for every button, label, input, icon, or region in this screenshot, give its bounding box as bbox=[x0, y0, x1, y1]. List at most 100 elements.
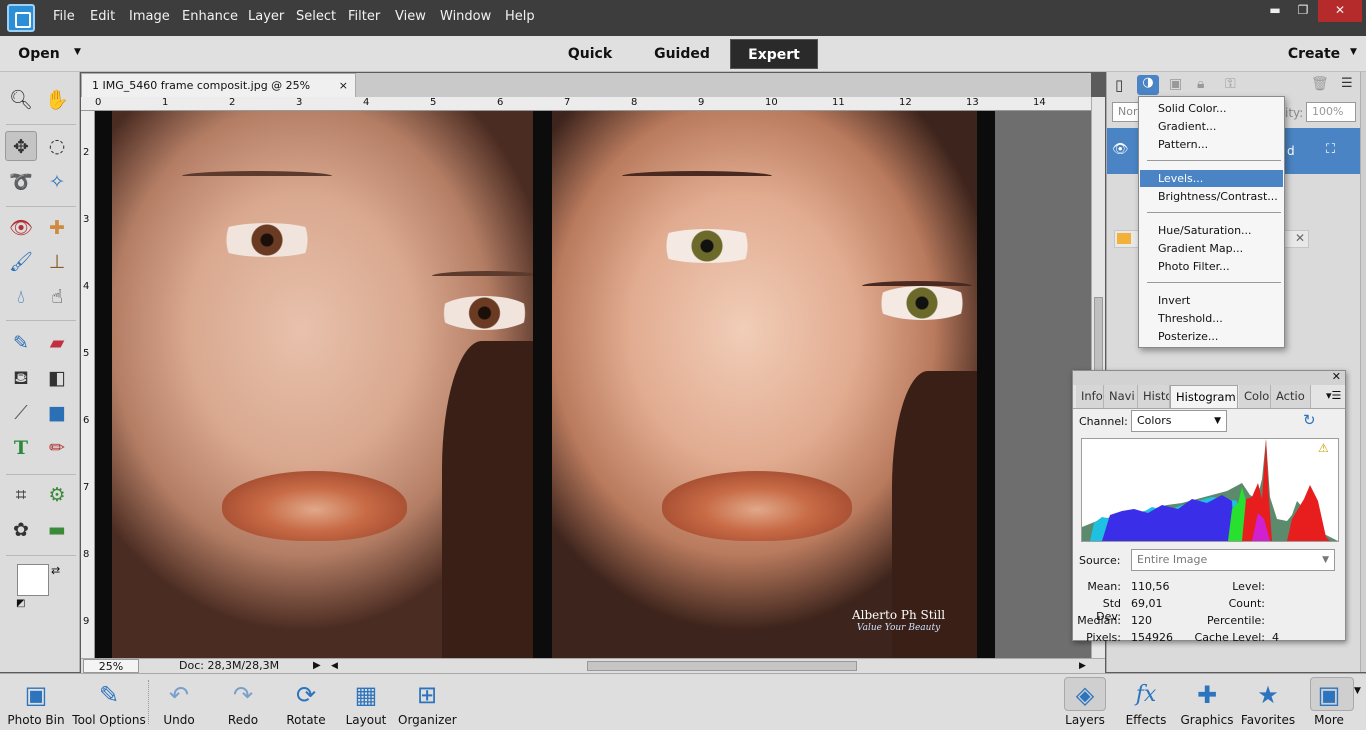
tab-navigator[interactable]: Navi bbox=[1104, 385, 1138, 408]
panel-menu-icon[interactable]: ☰ bbox=[1341, 76, 1353, 91]
undo-button[interactable]: ↶ Undo bbox=[154, 674, 204, 730]
tab-histogram[interactable]: Histogram bbox=[1170, 385, 1238, 408]
channel-select[interactable]: Colors ▼ bbox=[1131, 410, 1227, 432]
shape-tool-icon[interactable]: ■ bbox=[41, 398, 73, 428]
new-adjustment-layer-icon[interactable]: ◑ bbox=[1137, 75, 1159, 95]
delete-layer-icon[interactable]: 🗑︎ bbox=[1311, 76, 1329, 92]
menu-item-threshold[interactable]: Threshold... bbox=[1140, 310, 1283, 327]
straighten-tool-icon[interactable]: ▬ bbox=[41, 515, 73, 545]
effects-button[interactable]: fx Effects bbox=[1120, 674, 1172, 730]
tab-guided[interactable]: Guided bbox=[648, 39, 716, 69]
smart-brush-icon[interactable]: 🖌︎ bbox=[5, 247, 37, 277]
favorites-button[interactable]: ★ Favorites bbox=[1240, 674, 1296, 730]
organizer-button[interactable]: ⊞ Organizer bbox=[398, 674, 457, 730]
eyedropper-icon[interactable]: ⟋ bbox=[5, 398, 37, 428]
open-button[interactable]: Open bbox=[14, 39, 64, 69]
tab-info[interactable]: Info bbox=[1076, 385, 1104, 408]
menu-item-brightness-contrast[interactable]: Brightness/Contrast... bbox=[1140, 188, 1283, 205]
redo-button[interactable]: ↷ Redo bbox=[218, 674, 268, 730]
scroll-right-icon[interactable]: ▶ bbox=[1079, 659, 1086, 673]
lock-all-icon[interactable]: ⚿ bbox=[1225, 76, 1236, 92]
menu-item-invert[interactable]: Invert bbox=[1140, 292, 1283, 309]
close-panel-icon[interactable]: ✕ bbox=[1332, 370, 1341, 383]
menu-help[interactable]: Help bbox=[505, 9, 535, 24]
lasso-tool-icon[interactable]: ➰ bbox=[5, 167, 37, 197]
lock-layer-icon[interactable]: 🔒︎ bbox=[1197, 76, 1204, 92]
photo-bin-button[interactable]: ▣ Photo Bin bbox=[4, 674, 68, 730]
healing-brush-icon[interactable]: ✚ bbox=[41, 213, 73, 243]
restore-button[interactable]: ❐ bbox=[1290, 0, 1316, 22]
source-select[interactable]: Entire Image ▼ bbox=[1131, 549, 1335, 571]
panel-titlebar[interactable]: ✕ bbox=[1073, 370, 1345, 385]
blur-tool-icon[interactable]: 💧︎ bbox=[5, 282, 37, 312]
rotate-button[interactable]: ⟳ Rotate bbox=[280, 674, 332, 730]
gradient-tool-icon[interactable]: ◧ bbox=[41, 363, 73, 393]
paint-bucket-icon[interactable]: ⛾ bbox=[5, 363, 37, 393]
move-tool-icon[interactable]: ✥ bbox=[5, 131, 37, 161]
pencil-tool-icon[interactable]: ✏︎ bbox=[41, 433, 73, 463]
zoom-level-field[interactable]: 25% bbox=[83, 659, 139, 673]
layer-visibility-eye-icon[interactable]: 👁︎ bbox=[1112, 142, 1129, 157]
create-dropdown-icon[interactable]: ▼ bbox=[1350, 47, 1357, 57]
menu-item-photo-filter[interactable]: Photo Filter... bbox=[1140, 258, 1283, 275]
menu-image[interactable]: Image bbox=[129, 9, 170, 24]
menu-layer[interactable]: Layer bbox=[248, 9, 284, 24]
layout-button[interactable]: ▦ Layout bbox=[340, 674, 392, 730]
menu-item-solid-color[interactable]: Solid Color... bbox=[1140, 100, 1283, 117]
panel-scrollbar[interactable] bbox=[1360, 72, 1366, 672]
clone-stamp-icon[interactable]: ⊥ bbox=[41, 247, 73, 277]
quick-selection-icon[interactable]: ✧ bbox=[41, 167, 73, 197]
menu-enhance[interactable]: Enhance bbox=[182, 9, 238, 24]
horizontal-scroll-thumb[interactable] bbox=[587, 661, 857, 671]
menu-filter[interactable]: Filter bbox=[348, 9, 380, 24]
panel-options-icon[interactable]: ▾☰ bbox=[1326, 389, 1341, 402]
menu-edit[interactable]: Edit bbox=[90, 9, 115, 24]
open-dropdown-icon[interactable]: ▼ bbox=[74, 47, 81, 57]
minimize-button[interactable]: ▬ bbox=[1262, 0, 1288, 22]
menu-window[interactable]: Window bbox=[440, 9, 491, 24]
opacity-field[interactable]: 100% bbox=[1306, 102, 1356, 122]
menu-item-hue-saturation[interactable]: Hue/Saturation... bbox=[1140, 222, 1283, 239]
swap-colors-icon[interactable]: ⇄ bbox=[51, 564, 60, 577]
crop-tool-icon[interactable]: ⌗ bbox=[5, 480, 37, 510]
graphics-button[interactable]: ✚ Graphics bbox=[1180, 674, 1234, 730]
image-canvas[interactable]: Alberto Ph Still Value Your Beauty bbox=[95, 111, 1091, 658]
menu-select[interactable]: Select bbox=[296, 9, 336, 24]
layers-button[interactable]: ◈ Layers bbox=[1060, 674, 1110, 730]
tab-quick[interactable]: Quick bbox=[560, 39, 620, 69]
type-tool-icon[interactable]: T bbox=[5, 433, 37, 463]
layer-mask-icon[interactable]: ▣ bbox=[1169, 76, 1182, 92]
tab-history[interactable]: Histo bbox=[1138, 385, 1170, 408]
elliptical-marquee-icon[interactable]: ◌ bbox=[41, 131, 73, 161]
menu-item-gradient-map[interactable]: Gradient Map... bbox=[1140, 240, 1283, 257]
smudge-tool-icon[interactable]: ☝ bbox=[41, 282, 73, 312]
tab-color[interactable]: Colo bbox=[1239, 385, 1271, 408]
brush-tool-icon[interactable]: ✎ bbox=[5, 328, 37, 358]
scroll-left-icon[interactable]: ◀ bbox=[331, 659, 338, 673]
hand-tool-icon[interactable]: ✋ bbox=[41, 85, 73, 115]
tab-expert[interactable]: Expert bbox=[730, 39, 818, 69]
more-button[interactable]: ▣ More bbox=[1304, 674, 1354, 730]
tab-actions[interactable]: Actio bbox=[1271, 385, 1311, 408]
menu-item-posterize[interactable]: Posterize... bbox=[1140, 328, 1283, 345]
red-eye-icon[interactable]: 👁︎ bbox=[5, 213, 37, 243]
cookie-cutter-icon[interactable]: ✿ bbox=[5, 515, 37, 545]
eraser-tool-icon[interactable]: ▰ bbox=[41, 328, 73, 358]
tool-options-button[interactable]: ✎ Tool Options bbox=[72, 674, 146, 730]
status-menu-arrow-icon[interactable]: ▶ bbox=[313, 659, 321, 673]
document-tab[interactable]: 1 IMG_5460 frame composit.jpg @ 25% (RGB… bbox=[81, 73, 356, 115]
close-window-button[interactable]: ✕ bbox=[1318, 0, 1362, 22]
warning-icon[interactable]: ⚠ bbox=[1318, 441, 1329, 455]
default-colors-icon[interactable]: ◩ bbox=[16, 598, 25, 609]
foreground-color-swatch[interactable] bbox=[17, 564, 49, 596]
recompose-tool-icon[interactable]: ⚙ bbox=[41, 480, 73, 510]
menu-item-gradient[interactable]: Gradient... bbox=[1140, 118, 1283, 135]
refresh-icon[interactable]: ↻ bbox=[1303, 411, 1316, 429]
menu-file[interactable]: File bbox=[53, 9, 75, 24]
menu-item-pattern[interactable]: Pattern... bbox=[1140, 136, 1283, 153]
new-layer-icon[interactable]: ▯ bbox=[1115, 76, 1123, 94]
more-dropdown-icon[interactable]: ▼ bbox=[1354, 686, 1361, 696]
create-button[interactable]: Create bbox=[1282, 39, 1346, 69]
zoom-tool-icon[interactable]: 🔍︎ bbox=[5, 85, 37, 115]
close-document-icon[interactable]: × bbox=[339, 74, 348, 97]
